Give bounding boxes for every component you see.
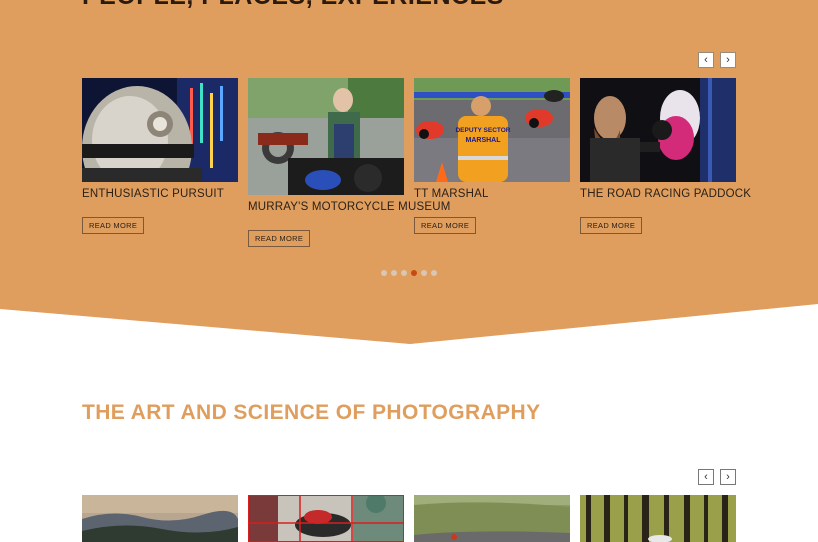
carousel2-next-button[interactable]: › (720, 469, 736, 485)
read-more-button[interactable]: READ MORE (248, 230, 311, 247)
pagination-dot[interactable] (381, 270, 387, 276)
section-title-people: PEOPLE, PLACES, EXPERIENCES (82, 0, 504, 11)
carousel2-prev-button[interactable]: ‹ (698, 469, 714, 485)
pagination-dot-active[interactable] (411, 270, 417, 276)
card-title[interactable]: TT MARSHAL (414, 188, 584, 200)
card-image-marshal[interactable]: DEPUTY SECTOR MARSHAL (414, 78, 570, 182)
carousel-next-button[interactable]: › (720, 52, 736, 68)
card-image-landscape[interactable] (82, 495, 238, 542)
vest-text-line1: DEPUTY SECTOR (455, 127, 510, 134)
card-title[interactable]: THE ROAD RACING PADDOCK (580, 188, 751, 200)
read-more-button[interactable]: READ MORE (414, 217, 477, 234)
carousel-prev-button[interactable]: ‹ (698, 52, 714, 68)
read-more-button[interactable]: READ MORE (580, 217, 643, 234)
card-image-museum[interactable] (248, 78, 404, 195)
card-image-grid[interactable] (248, 495, 404, 542)
pagination-dot[interactable] (431, 270, 437, 276)
vest-text-line2: MARSHAL (466, 137, 502, 144)
card-title[interactable]: MURRAY'S MOTORCYCLE MUSEUM (248, 201, 450, 213)
card-image-hillside[interactable] (414, 495, 570, 542)
card-title[interactable]: ENTHUSIASTIC PURSUIT (82, 188, 252, 200)
pagination-dot[interactable] (421, 270, 427, 276)
read-more-button[interactable]: READ MORE (82, 217, 145, 234)
card-image-forest[interactable] (580, 495, 736, 542)
pagination-dot[interactable] (401, 270, 407, 276)
card-image-helmet[interactable] (82, 78, 238, 182)
section-title-photography: THE ART AND SCIENCE OF PHOTOGRAPHY (82, 401, 541, 424)
card-image-paddock[interactable] (580, 78, 736, 182)
pagination-dot[interactable] (391, 270, 397, 276)
